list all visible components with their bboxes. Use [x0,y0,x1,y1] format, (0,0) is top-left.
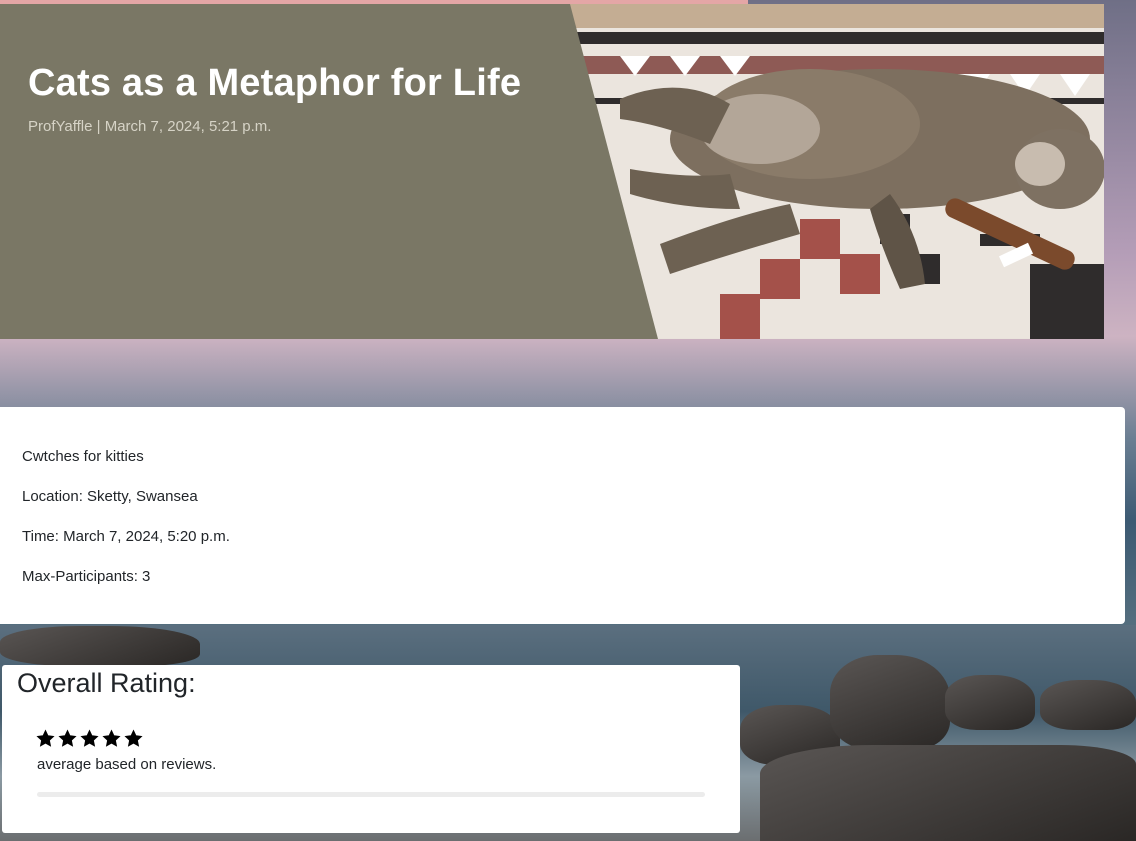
rock-backdrop [760,745,1136,841]
post-title: Cats as a Metaphor for Life [28,62,522,104]
post-author-date: ProfYaffle | March 7, 2024, 5:21 p.m. [28,118,272,135]
overall-rating-card: Overall Rating: average based on reviews… [2,665,740,833]
rating-progress-bar [37,792,705,797]
hero-title-panel: Cats as a Metaphor for Life ProfYaffle |… [0,4,658,339]
star-icon [102,729,121,747]
star-icon [58,729,77,747]
event-time: Time: March 7, 2024, 5:20 p.m. [22,528,230,545]
event-name: Cwtches for kitties [22,448,144,465]
event-location: Location: Sketty, Swansea [22,488,198,505]
star-icon [124,729,143,747]
event-details-card: Cwtches for kitties Location: Sketty, Sw… [0,407,1125,624]
post-hero: Cats as a Metaphor for Life ProfYaffle |… [0,4,1104,339]
star-icon [80,729,99,747]
rock-backdrop [1040,680,1136,730]
rating-heading: Overall Rating: [17,668,196,698]
rating-average-text: average based on reviews. [37,756,217,773]
star-icon [36,729,55,747]
rock-backdrop [0,626,200,666]
star-rating [36,729,143,748]
rock-backdrop [830,655,950,750]
rock-backdrop [945,675,1035,730]
event-max-participants: Max-Participants: 3 [22,568,151,585]
